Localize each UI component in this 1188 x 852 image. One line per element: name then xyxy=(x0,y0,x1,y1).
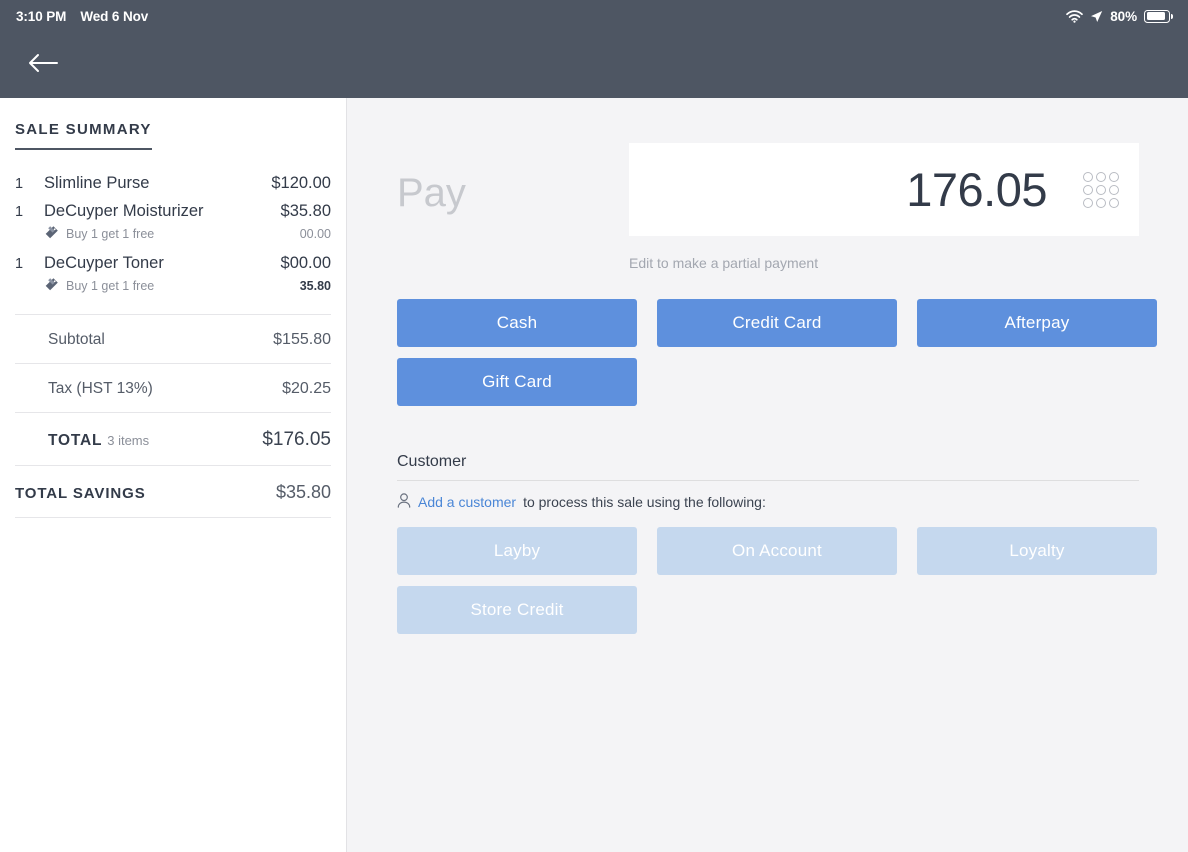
promo-label-wrap: Buy 1 get 1 free xyxy=(44,225,300,243)
grand-total-row: TOTAL 3 items $176.05 xyxy=(15,412,331,465)
grand-total-value: $176.05 xyxy=(262,429,331,451)
customer-section-title: Customer xyxy=(397,453,1139,481)
line-item[interactable]: 1 Slimline Purse $120.00 xyxy=(15,168,331,196)
line-item-qty: 1 xyxy=(15,204,44,220)
line-item-name: DeCuyper Toner xyxy=(44,254,281,273)
amount-field[interactable]: 176.05 xyxy=(629,143,1139,236)
customer-option-loyalty[interactable]: Loyalty xyxy=(917,527,1157,575)
sale-summary-title: SALE SUMMARY xyxy=(15,98,152,150)
total-savings-row: TOTAL SAVINGS $35.80 xyxy=(15,465,331,517)
promo-label: Buy 1 get 1 free xyxy=(66,227,154,241)
promo-label: Buy 1 get 1 free xyxy=(66,279,154,293)
payment-method-credit-card[interactable]: Credit Card xyxy=(657,299,897,347)
keypad-dot xyxy=(1109,172,1119,182)
subtotal-row: Subtotal $155.80 xyxy=(15,314,331,363)
tax-label: Tax (HST 13%) xyxy=(48,380,153,398)
pay-heading: Pay xyxy=(397,143,629,213)
customer-section: Customer Add a customer to process this … xyxy=(397,453,1157,634)
keypad-dot xyxy=(1083,172,1093,182)
battery-percent: 80% xyxy=(1110,9,1137,24)
back-arrow-icon xyxy=(28,52,58,79)
payment-method-afterpay[interactable]: Afterpay xyxy=(917,299,1157,347)
line-item-name: DeCuyper Moisturizer xyxy=(44,202,281,221)
status-bar-right: 80% xyxy=(1066,9,1170,24)
pay-panel: Pay 176.05 Edit to make a partial paymen… xyxy=(347,98,1188,852)
customer-option-store-credit[interactable]: Store Credit xyxy=(397,586,637,634)
keypad-dot xyxy=(1109,185,1119,195)
status-bar-left: 3:10 PM Wed 6 Nov xyxy=(16,9,148,24)
status-bar: 3:10 PM Wed 6 Nov 80% xyxy=(0,0,1188,32)
customer-option-buttons: Layby On Account Loyalty Store Credit xyxy=(397,527,1157,634)
wifi-icon xyxy=(1066,10,1083,23)
keypad-dot xyxy=(1109,198,1119,208)
tax-value: $20.25 xyxy=(282,380,331,398)
subtotal-value: $155.80 xyxy=(273,331,331,349)
grand-total-item-count: 3 items xyxy=(107,433,149,448)
nav-bar xyxy=(0,32,1188,98)
partial-payment-hint: Edit to make a partial payment xyxy=(629,255,1157,271)
line-item-list: 1 Slimline Purse $120.00 1 DeCuyper Mois… xyxy=(15,168,331,300)
line-item-name: Slimline Purse xyxy=(44,174,271,193)
line-item-price: $120.00 xyxy=(271,174,331,193)
line-item[interactable]: 1 DeCuyper Toner $00.00 xyxy=(15,248,331,276)
line-item-price: $00.00 xyxy=(281,254,331,273)
person-icon xyxy=(397,493,411,511)
amount-value[interactable]: 176.05 xyxy=(655,162,1047,217)
promo-amount: 35.80 xyxy=(300,279,331,293)
promo-tag-icon xyxy=(44,225,59,243)
payment-method-buttons: Cash Credit Card Afterpay Gift Card xyxy=(397,299,1157,406)
add-customer-link[interactable]: Add a customer xyxy=(418,494,516,510)
line-item-promo: Buy 1 get 1 free 35.80 xyxy=(15,276,331,300)
payment-method-gift-card[interactable]: Gift Card xyxy=(397,358,637,406)
add-customer-note: to process this sale using the following… xyxy=(523,494,766,510)
battery-icon xyxy=(1144,10,1170,23)
keypad-dot xyxy=(1083,198,1093,208)
total-savings-value: $35.80 xyxy=(276,482,331,503)
line-item[interactable]: 1 DeCuyper Moisturizer $35.80 xyxy=(15,196,331,224)
keypad-dot xyxy=(1096,172,1106,182)
line-item-price: $35.80 xyxy=(281,202,331,221)
back-button[interactable] xyxy=(22,44,64,86)
grand-total-label: TOTAL 3 items xyxy=(48,432,149,450)
total-savings-label: TOTAL SAVINGS xyxy=(15,485,146,502)
promo-label-wrap: Buy 1 get 1 free xyxy=(44,277,300,295)
totals-list: Subtotal $155.80 Tax (HST 13%) $20.25 TO… xyxy=(15,314,331,518)
line-item-qty: 1 xyxy=(15,176,44,192)
add-customer-line: Add a customer to process this sale usin… xyxy=(397,493,1157,511)
line-item-qty: 1 xyxy=(15,256,44,272)
sale-summary-panel: SALE SUMMARY 1 Slimline Purse $120.00 1 … xyxy=(0,98,347,852)
payment-method-cash[interactable]: Cash xyxy=(397,299,637,347)
grand-total-text: TOTAL xyxy=(48,432,102,449)
keypad-dot xyxy=(1096,185,1106,195)
pay-header: Pay 176.05 xyxy=(397,143,1157,236)
keypad-dot xyxy=(1083,185,1093,195)
summary-bottom-divider xyxy=(15,517,331,518)
customer-option-layby[interactable]: Layby xyxy=(397,527,637,575)
main-content: SALE SUMMARY 1 Slimline Purse $120.00 1 … xyxy=(0,98,1188,852)
tax-row: Tax (HST 13%) $20.25 xyxy=(15,363,331,412)
promo-amount: 00.00 xyxy=(300,227,331,241)
status-time: 3:10 PM xyxy=(16,9,66,24)
line-item-promo: Buy 1 get 1 free 00.00 xyxy=(15,224,331,248)
subtotal-label: Subtotal xyxy=(48,331,105,349)
keypad-dot xyxy=(1096,198,1106,208)
location-arrow-icon xyxy=(1090,10,1103,23)
promo-tag-icon xyxy=(44,277,59,295)
customer-option-on-account[interactable]: On Account xyxy=(657,527,897,575)
keypad-icon[interactable] xyxy=(1083,172,1119,208)
status-date: Wed 6 Nov xyxy=(80,9,148,24)
